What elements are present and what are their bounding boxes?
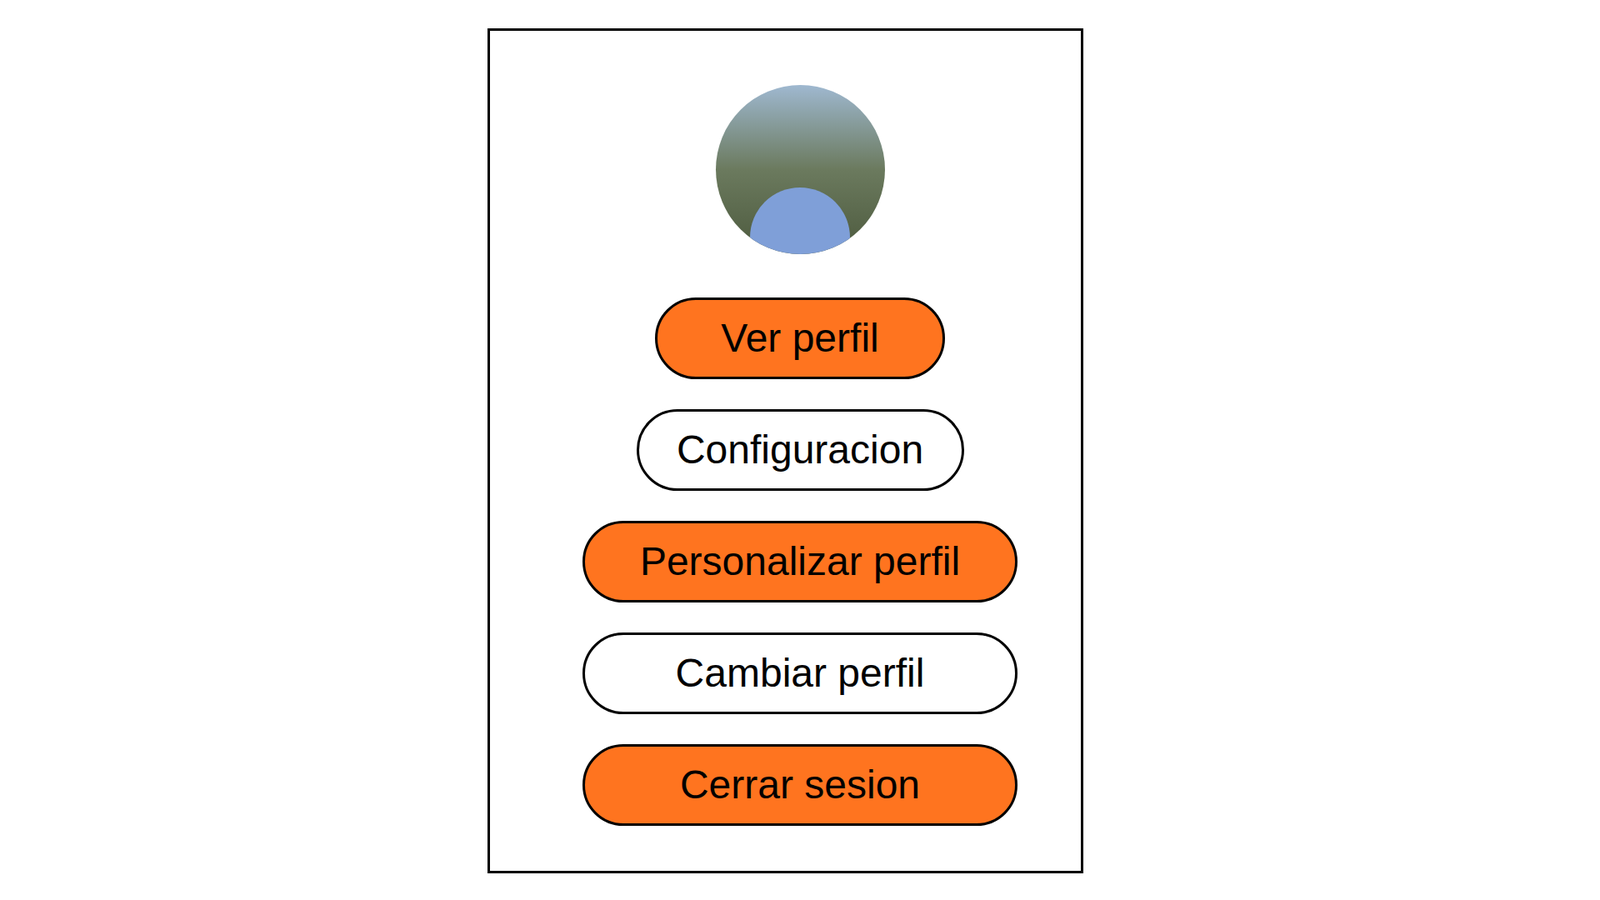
menu-button-label: Ver perfil [720, 318, 879, 359]
avatar-photo[interactable] [715, 85, 885, 255]
menu-button-label: Configuracion [676, 430, 924, 470]
menu-button-label: Cerrar sesion [680, 765, 920, 805]
profile-menu-panel: Ver perfil Configuracion Personalizar perf… [487, 28, 1084, 874]
menu-button-label: Cambiar perfil [675, 653, 925, 694]
menu-button[interactable]: Ver perfil [655, 297, 945, 380]
menu-button[interactable]: Configuracion [636, 409, 965, 491]
menu-button[interactable]: Cambiar perfil [582, 632, 1018, 715]
menu-button[interactable]: Cerrar sesion [582, 744, 1018, 826]
menu-button-label: Personalizar perfil [640, 541, 960, 582]
menu-list: Ver perfil Configuracion Personalizar perf… [582, 297, 1018, 826]
menu-button[interactable]: Personalizar perfil [582, 520, 1018, 603]
